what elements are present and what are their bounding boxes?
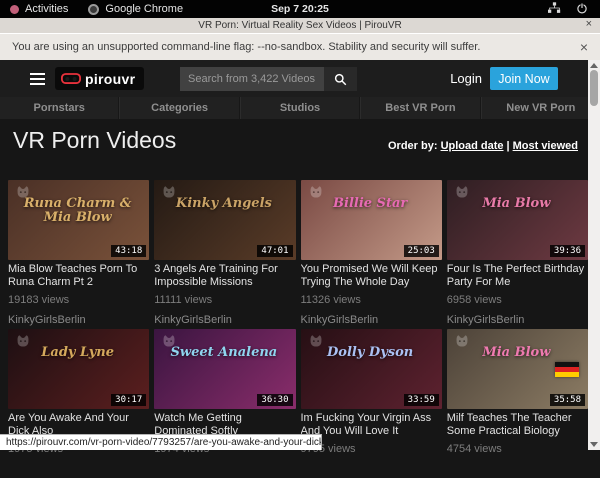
search-input[interactable]	[180, 67, 324, 91]
thumbnail-name-overlay: Dolly Dyson	[303, 346, 438, 360]
studio-link[interactable]: KinkyGirlsBerlin	[301, 314, 442, 326]
german-flag-icon	[555, 362, 579, 377]
order-separator: |	[504, 140, 513, 152]
menu-hamburger-icon[interactable]	[30, 73, 45, 88]
duration-badge: 33:59	[404, 394, 439, 406]
video-thumbnail[interactable]: Dolly Dyson 33:59	[301, 329, 442, 409]
video-thumbnail[interactable]: Mia Blow 39:36	[447, 180, 588, 260]
order-by-controls: Order by: Upload date|Most viewed	[388, 140, 578, 152]
search-icon	[334, 73, 347, 86]
login-button[interactable]: Login	[450, 71, 482, 86]
status-url-tooltip: https://pirouvr.com/vr-porn-video/779325…	[0, 434, 322, 450]
video-card: Dolly Dyson 33:59 Im Fucking Your Virgin…	[301, 329, 442, 478]
power-icon[interactable]	[576, 2, 588, 17]
duration-badge: 25:03	[404, 245, 439, 257]
main-nav: Pornstars Categories Studios Best VR Por…	[0, 97, 600, 119]
video-thumbnail[interactable]: Runa Charm & Mia Blow 43:18	[8, 180, 149, 260]
video-thumbnail[interactable]: Billie Star 25:03	[301, 180, 442, 260]
nav-item-studios[interactable]: Studios	[240, 97, 360, 119]
video-title-link[interactable]: 3 Angels Are Training For Impossible Mis…	[154, 263, 295, 289]
logo-text: pirouvr	[85, 71, 135, 87]
activities-button[interactable]: Activities	[25, 3, 68, 15]
recording-indicator-dot	[10, 5, 19, 14]
thumbnail-name-overlay: Kinky Angels	[156, 197, 291, 211]
video-card: Runa Charm & Mia Blow 43:18 Mia Blow Tea…	[8, 180, 149, 329]
browser-title-bar: VR Porn: Virtual Reality Sex Videos | Pi…	[0, 18, 600, 33]
video-card: Mia Blow 39:36 Four Is The Perfect Birth…	[447, 180, 588, 329]
search-bar	[180, 67, 357, 91]
video-card: Mia Blow 35:58 Milf Teaches The Teacher …	[447, 329, 588, 478]
page-scrollbar[interactable]	[588, 60, 600, 450]
thumbnail-name-overlay: Sweet Analena	[156, 346, 291, 360]
video-card: Sweet Analena 36:30 Watch Me Getting Dom…	[154, 329, 295, 478]
sandbox-warning-infobar: You are using an unsupported command-lin…	[0, 33, 600, 60]
infobar-close-icon[interactable]: ×	[580, 39, 588, 55]
video-thumbnail[interactable]: Lady Lyne 30:17	[8, 329, 149, 409]
video-thumbnail[interactable]: Mia Blow 35:58	[447, 329, 588, 409]
nav-item-pornstars[interactable]: Pornstars	[0, 97, 119, 119]
duration-badge: 39:36	[550, 245, 585, 257]
video-views: 6958 views	[447, 294, 588, 306]
nav-item-new-vr-porn[interactable]: New VR Porn	[481, 97, 600, 119]
warning-message: You are using an unsupported command-lin…	[12, 41, 480, 53]
video-title-link[interactable]: Four Is The Perfect Birthday Party For M…	[447, 263, 588, 289]
tab-close-icon[interactable]: ×	[586, 18, 592, 30]
network-icon[interactable]	[548, 2, 561, 17]
video-views: 11326 views	[301, 294, 442, 306]
video-thumbnail[interactable]: Kinky Angels 47:01	[154, 180, 295, 260]
video-card: Kinky Angels 47:01 3 Angels Are Training…	[154, 180, 295, 329]
video-thumbnail[interactable]: Sweet Analena 36:30	[154, 329, 295, 409]
video-title-link[interactable]: You Promised We Will Keep Trying The Who…	[301, 263, 442, 289]
thumbnail-name-overlay: Lady Lyne	[10, 346, 145, 360]
studio-link[interactable]: KinkyGirlsBerlin	[8, 314, 149, 326]
thumbnail-name-overlay: Mia Blow	[449, 346, 584, 360]
active-app-menu[interactable]: Google Chrome	[105, 3, 183, 15]
order-by-label: Order by:	[388, 140, 438, 152]
nav-item-best-vr-porn[interactable]: Best VR Porn	[360, 97, 480, 119]
site-header: pirouvr Login Join Now	[0, 60, 600, 97]
scrollbar-down-arrow-icon[interactable]	[590, 442, 598, 447]
vr-goggles-icon	[61, 73, 81, 85]
join-now-button[interactable]: Join Now	[490, 67, 558, 90]
chrome-app-icon	[88, 4, 99, 15]
duration-badge: 43:18	[111, 245, 146, 257]
studio-link[interactable]: KinkyGirlsBerlin	[154, 314, 295, 326]
duration-badge: 30:17	[111, 394, 146, 406]
duration-badge: 35:58	[550, 394, 585, 406]
order-link-most-viewed[interactable]: Most viewed	[513, 140, 578, 152]
video-title-link[interactable]: Milf Teaches The Teacher Some Practical …	[447, 412, 588, 438]
thumbnail-name-overlay: Billie Star	[303, 197, 438, 211]
studio-link[interactable]: KinkyGirlsBerlin	[447, 314, 588, 326]
video-card: Lady Lyne 30:17 Are You Awake And Your D…	[8, 329, 149, 478]
tab-title: VR Porn: Virtual Reality Sex Videos | Pi…	[198, 20, 401, 31]
system-top-bar: Activities Google Chrome Sep 7 20:25	[0, 0, 600, 18]
scrollbar-up-arrow-icon[interactable]	[590, 63, 598, 68]
order-link-upload-date[interactable]: Upload date	[441, 140, 504, 152]
video-views: 19183 views	[8, 294, 149, 306]
nav-item-categories[interactable]: Categories	[119, 97, 239, 119]
video-views: 4754 views	[447, 443, 588, 455]
page-title: VR Porn Videos	[13, 127, 176, 154]
video-card: Billie Star 25:03 You Promised We Will K…	[301, 180, 442, 329]
thumbnail-name-overlay: Mia Blow	[449, 197, 584, 211]
video-views: 11111 views	[154, 294, 295, 306]
site-logo[interactable]: pirouvr	[55, 67, 144, 90]
scrollbar-thumb[interactable]	[590, 70, 598, 106]
video-title-link[interactable]: Mia Blow Teaches Porn To Runa Charm Pt 2	[8, 263, 149, 289]
thumbnail-name-overlay: Runa Charm & Mia Blow	[10, 197, 145, 225]
search-button[interactable]	[324, 67, 357, 91]
duration-badge: 36:30	[257, 394, 292, 406]
duration-badge: 47:01	[257, 245, 292, 257]
